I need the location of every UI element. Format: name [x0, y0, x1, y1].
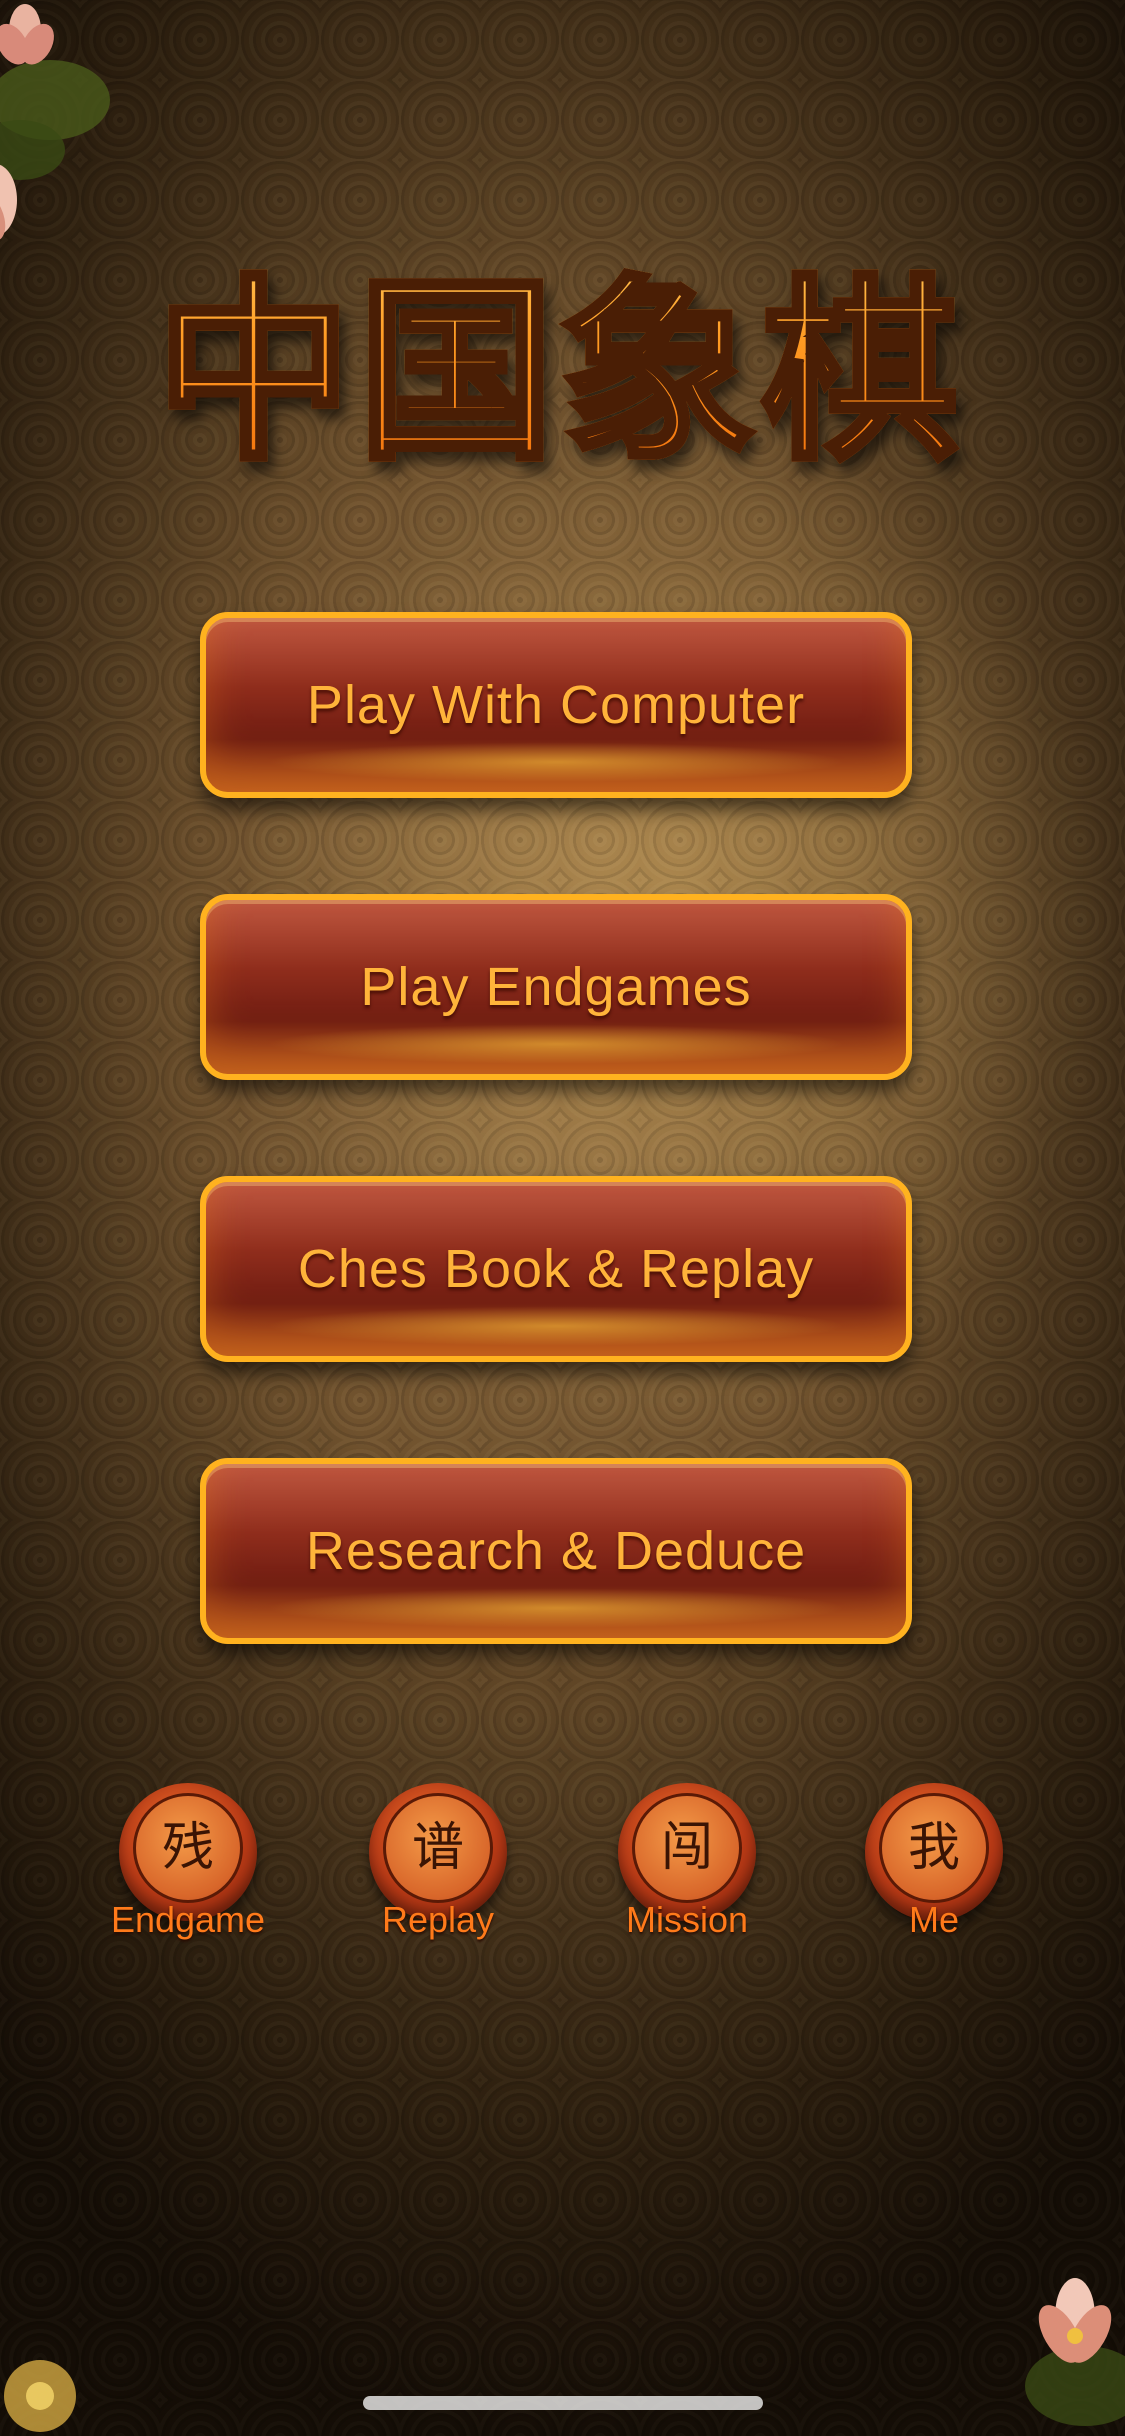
nav-item-me[interactable]: 我 Me [834, 1783, 1034, 1941]
lotus-flower-decoration-bottom-right [1025, 2278, 1125, 2426]
play-endgames-label: Play Endgames [360, 957, 752, 1017]
flower-decoration-bottom-left [4, 2360, 76, 2432]
bottom-nav: 残 Endgame 谱 Replay 闯 Mission 我 Me [0, 1783, 1125, 1953]
nav-item-replay[interactable]: 谱 Replay [338, 1783, 538, 1941]
mission-glyph: 闯 [660, 1818, 713, 1878]
nav-item-endgame[interactable]: 残 Endgame [88, 1783, 288, 1941]
endgame-glyph: 残 [161, 1818, 214, 1878]
chess-book-replay-label: Ches Book & Replay [297, 1239, 815, 1299]
game-title-text: 中国象棋 [153, 214, 964, 497]
nav-item-mission[interactable]: 闯 Mission [587, 1783, 787, 1941]
play-endgames-button[interactable]: Play Endgames [200, 894, 912, 1080]
play-with-computer-label: Play With Computer [306, 675, 806, 735]
research-deduce-label: Research & Deduce [305, 1521, 807, 1581]
chess-book-replay-button[interactable]: Ches Book & Replay [200, 1176, 912, 1362]
me-glyph: 我 [907, 1818, 960, 1878]
nav-item-replay-label: Replay [381, 1899, 495, 1940]
play-with-computer-button[interactable]: Play With Computer [200, 612, 912, 798]
nav-item-endgame-label: Endgame [110, 1899, 266, 1940]
research-deduce-button[interactable]: Research & Deduce [200, 1458, 912, 1644]
main-menu: Play With Computer Play Endgames Ches Bo… [200, 612, 912, 1740]
game-title: 中国象棋 [80, 205, 1040, 505]
nav-item-me-label: Me [908, 1899, 959, 1940]
home-indicator[interactable] [363, 2396, 763, 2410]
nav-item-mission-label: Mission [625, 1899, 749, 1940]
replay-glyph: 谱 [411, 1818, 464, 1878]
